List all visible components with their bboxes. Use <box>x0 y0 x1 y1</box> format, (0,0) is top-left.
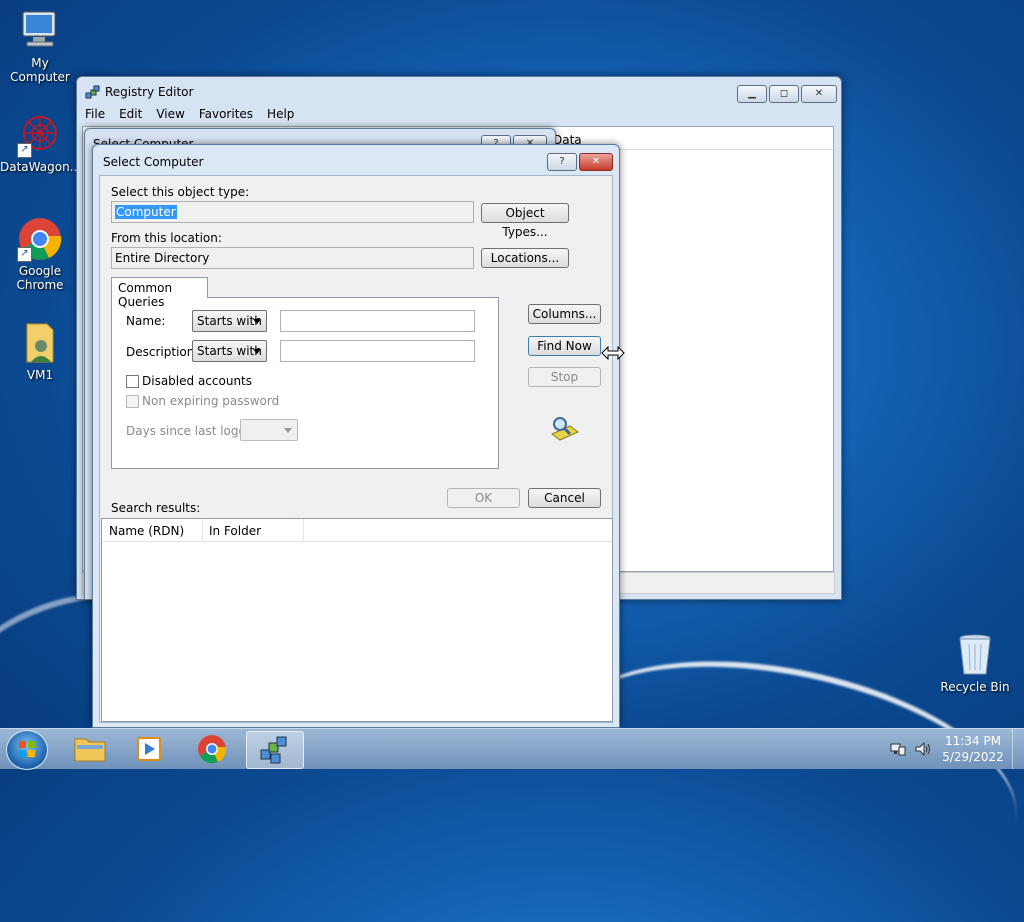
menu-view[interactable]: View <box>156 107 184 121</box>
locations-button[interactable]: Locations... <box>481 248 569 268</box>
registry-app-icon <box>85 85 101 101</box>
folder-icon <box>74 738 106 762</box>
taskbar: 11:34 PM 5/29/2022 <box>0 728 1024 770</box>
window-title: Registry Editor <box>105 85 194 99</box>
desktop-icon-google-chrome[interactable]: ↗ Google Chrome <box>0 216 80 292</box>
column-header-name-rdn[interactable]: Name (RDN) <box>102 519 203 541</box>
name-input[interactable] <box>280 310 475 332</box>
desktop-icon-label: My Computer <box>10 56 70 84</box>
windows-logo-icon <box>19 741 35 757</box>
location-label: From this location: <box>111 231 222 245</box>
clock[interactable]: 11:34 PM 5/29/2022 <box>940 733 1006 765</box>
desktop-icon-my-computer[interactable]: My Computer <box>0 8 80 84</box>
registry-icon <box>260 736 287 764</box>
name-label: Name: <box>126 314 166 328</box>
minimize-button[interactable]: ▁ <box>737 85 767 103</box>
column-header-in-folder[interactable]: In Folder <box>203 519 304 541</box>
object-type-field: Computer <box>111 201 474 223</box>
columns-button[interactable]: Columns... <box>528 304 601 324</box>
computer-icon <box>17 8 63 54</box>
desktop-icon-datawagon[interactable]: ↗ DataWagon... <box>0 112 82 174</box>
datawagon-icon: ↗ <box>17 112 63 158</box>
taskbar-chrome[interactable] <box>186 731 238 767</box>
name-mode-select[interactable]: Starts with <box>192 310 267 332</box>
menu-help[interactable]: Help <box>267 107 294 121</box>
menu-bar: File Edit View Favorites Help <box>85 107 294 121</box>
menu-file[interactable]: File <box>85 107 105 121</box>
help-button[interactable]: ? <box>547 153 577 171</box>
days-since-logon-label: Days since last logon: <box>126 424 258 438</box>
media-player-icon <box>137 737 161 761</box>
taskbar-media-player[interactable] <box>124 731 176 767</box>
chrome-icon: ↗ <box>17 216 63 262</box>
start-button[interactable] <box>6 730 48 770</box>
common-queries-panel: Name: Starts with Description: Starts wi… <box>111 297 499 469</box>
desktop-icon-vm1[interactable]: VM1 <box>0 320 80 382</box>
stop-button[interactable]: Stop <box>528 367 601 387</box>
show-desktop-button[interactable] <box>1012 729 1024 769</box>
non-expiring-password-checkbox[interactable] <box>126 395 139 408</box>
object-type-label: Select this object type: <box>111 185 250 199</box>
shortcut-arrow-icon: ↗ <box>17 247 32 262</box>
chevron-down-icon <box>253 319 261 324</box>
desktop-icon-label: Recycle Bin <box>940 680 1010 694</box>
desktop-icon-label: DataWagon... <box>0 160 82 174</box>
description-input[interactable] <box>280 340 475 362</box>
close-button[interactable]: ✕ <box>579 153 613 171</box>
desktop-icon-recycle-bin[interactable]: Recycle Bin <box>935 632 1015 694</box>
recycle-bin-icon <box>952 632 998 678</box>
shortcut-arrow-icon: ↗ <box>17 143 32 158</box>
search-results-label: Search results: <box>111 501 201 515</box>
chrome-icon <box>198 735 227 764</box>
object-types-button[interactable]: Object Types... <box>481 203 569 239</box>
search-magnifier-icon <box>546 414 582 444</box>
menu-favorites[interactable]: Favorites <box>199 107 253 121</box>
maximize-button[interactable]: ◻ <box>769 85 799 103</box>
taskbar-registry-editor[interactable] <box>246 731 304 769</box>
tab-common-queries[interactable]: Common Queries <box>111 277 208 309</box>
ok-button[interactable]: OK <box>447 488 520 508</box>
description-label: Description: <box>126 345 199 359</box>
chevron-down-icon <box>284 428 292 433</box>
disabled-accounts-checkbox[interactable] <box>126 375 139 388</box>
disabled-accounts-label: Disabled accounts <box>142 374 253 388</box>
folder-user-icon <box>17 320 63 366</box>
non-expiring-password-label: Non expiring password <box>142 394 280 408</box>
days-since-logon-select[interactable] <box>240 419 298 441</box>
results-header: Name (RDN) In Folder <box>102 519 612 542</box>
taskbar-explorer[interactable] <box>64 731 116 767</box>
select-computer-dialog[interactable]: Select Computer ? ✕ Select this object t… <box>92 144 620 728</box>
search-results-list[interactable]: Name (RDN) In Folder <box>101 518 613 722</box>
cancel-button[interactable]: Cancel <box>528 488 601 508</box>
dialog-client-area: Select this object type: Computer Object… <box>99 175 613 723</box>
dialog-title: Select Computer <box>103 155 204 169</box>
network-icon[interactable] <box>890 741 906 757</box>
menu-edit[interactable]: Edit <box>119 107 142 121</box>
volume-icon[interactable] <box>914 741 932 757</box>
desktop-icon-label: Google Chrome <box>16 264 64 292</box>
clock-time: 11:34 PM <box>945 734 1001 748</box>
resize-cursor-icon <box>601 345 625 361</box>
find-now-button[interactable]: Find Now <box>528 336 601 356</box>
location-field: Entire Directory <box>111 247 474 269</box>
description-mode-select[interactable]: Starts with <box>192 340 267 362</box>
close-button[interactable]: ✕ <box>801 85 837 103</box>
desktop-icon-label: VM1 <box>26 368 54 382</box>
chevron-down-icon <box>253 349 261 354</box>
clock-date: 5/29/2022 <box>942 750 1004 764</box>
